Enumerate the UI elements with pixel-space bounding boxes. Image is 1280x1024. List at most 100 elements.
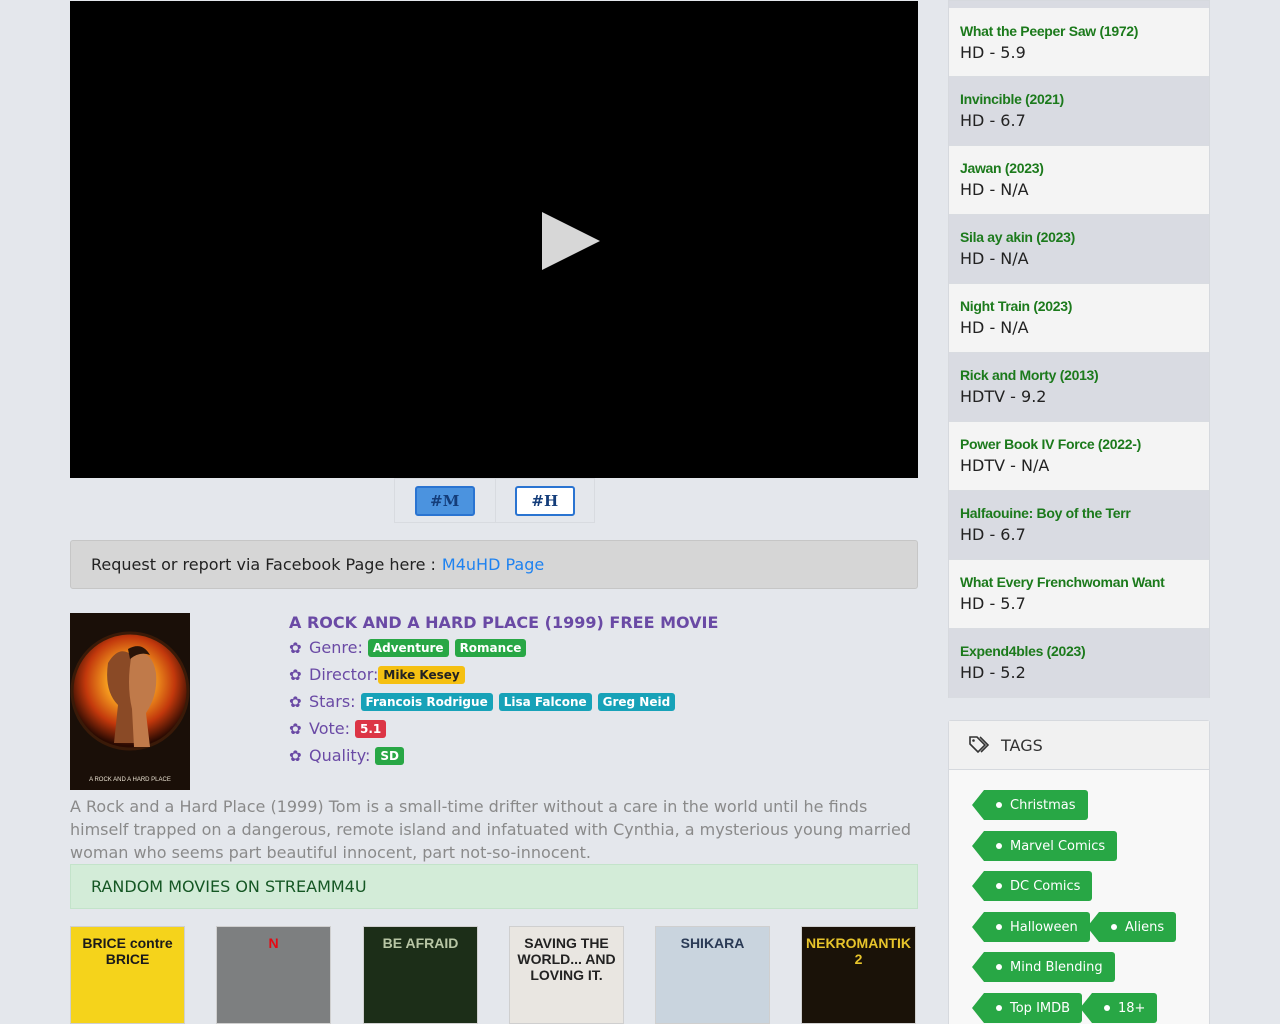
sidebar-movie-meta: HD - 5.2 <box>960 663 1026 682</box>
poster-art: BE AFRAID <box>364 927 477 1023</box>
tag-18-plus[interactable]: 18+ <box>1079 993 1158 1023</box>
poster-art-icon <box>70 613 190 790</box>
sidebar-movie-meta: HD - N/A <box>960 249 1029 268</box>
report-banner: Request or report via Facebook Page here… <box>70 540 918 589</box>
poster-text: N <box>268 935 279 951</box>
tag-christmas[interactable]: Christmas <box>972 790 1088 820</box>
poster-text: BE AFRAID <box>382 935 459 951</box>
poster-caption: A ROCK AND A HARD PLACE <box>89 777 171 783</box>
sidebar-movie-title[interactable]: Rick and Morty (2013) <box>960 365 1198 385</box>
sidebar-movie-list: What the Peeper Saw (1972) HD - 5.9 Invi… <box>948 0 1210 698</box>
genre-badge[interactable]: Romance <box>454 638 527 657</box>
sidebar-movie-title[interactable]: What the Peeper Saw (1972) <box>960 21 1198 41</box>
gear-icon: ✿ <box>289 719 302 738</box>
poster-text: SHIKARA <box>680 935 745 951</box>
facebook-page-link[interactable]: M4uHD Page <box>442 555 544 574</box>
sidebar-movie-title[interactable]: Expend4bles (2023) <box>960 641 1198 661</box>
sidebar-movie-meta: HD - N/A <box>960 318 1029 337</box>
random-movie-poster[interactable]: N <box>216 926 331 1024</box>
poster-text: NEKROMANTIK 2 <box>806 935 911 967</box>
report-text: Request or report via Facebook Page here… <box>91 555 436 574</box>
star-badge[interactable]: Lisa Falcone <box>498 692 592 711</box>
sidebar-movie-title[interactable]: What Every Frenchwoman Want <box>960 572 1198 592</box>
sidebar-movie-title[interactable]: Invincible (2021) <box>960 89 1198 109</box>
director-row: ✿ Director: Mike Kesey <box>289 661 909 688</box>
sidebar-movie-title[interactable]: Power Book IV Force (2022-) <box>960 434 1198 454</box>
tag-top-imdb[interactable]: Top IMDB <box>971 993 1083 1023</box>
vote-row: ✿ Vote: 5.1 <box>289 715 909 742</box>
random-movies-title: RANDOM MOVIES ON STREAMM4U <box>91 877 367 896</box>
poster-art: SAVING THE WORLD... AND LOVING IT. <box>510 927 623 1023</box>
tags-icon <box>969 736 991 754</box>
tag-halloween[interactable]: Halloween <box>972 912 1090 942</box>
tag-marvel-comics[interactable]: Marvel Comics <box>971 831 1118 861</box>
sidebar-movie-meta: HD - 5.9 <box>960 43 1026 62</box>
random-movie-poster[interactable]: SHIKARA <box>655 926 770 1024</box>
sidebar-movie-item[interactable]: Halfaouine: Boy of the Terr HD - 6.7 <box>949 491 1209 560</box>
tags-title: TAGS <box>1001 735 1043 755</box>
gear-icon: ✿ <box>289 746 302 765</box>
random-movie-poster[interactable]: BE AFRAID <box>363 926 478 1024</box>
sidebar-movie-meta: HD - 6.7 <box>960 525 1026 544</box>
sidebar-movie-item[interactable]: Expend4bles (2023) HD - 5.2 <box>949 629 1209 698</box>
sidebar-movie-title[interactable]: Night Train (2023) <box>960 296 1198 316</box>
tag-mind-blending[interactable]: Mind Blending <box>972 952 1115 982</box>
star-badge[interactable]: Greg Neid <box>597 692 676 711</box>
sidebar-movie-item[interactable]: Power Book IV Force (2022-) HDTV - N/A <box>949 422 1209 491</box>
video-player[interactable] <box>70 1 918 478</box>
genre-badge[interactable]: Adventure <box>367 638 449 657</box>
gear-icon: ✿ <box>289 692 302 711</box>
tag-aliens[interactable]: Aliens <box>1086 912 1177 942</box>
gear-icon: ✿ <box>289 665 302 684</box>
sidebar-movie-item[interactable]: What the Peeper Saw (1972) HD - 5.9 <box>949 1 1209 77</box>
sidebar-movie-item[interactable]: Jawan (2023) HD - N/A <box>949 146 1209 215</box>
random-movie-poster[interactable]: NEKROMANTIK 2 <box>801 926 916 1024</box>
director-badge[interactable]: Mike Kesey <box>378 665 465 684</box>
tag-dc-comics[interactable]: DC Comics <box>971 871 1093 901</box>
quality-label: Quality: <box>309 746 371 765</box>
star-badge[interactable]: Francois Rodrigue <box>360 692 493 711</box>
poster-text: BRICE contre BRICE <box>82 935 173 967</box>
gear-icon: ✿ <box>289 638 302 657</box>
poster-art: BRICE contre BRICE <box>71 927 184 1023</box>
server-h-button[interactable]: #H <box>514 485 575 516</box>
sidebar-movie-item[interactable]: Sila ay akin (2023) HD - N/A <box>949 215 1209 284</box>
sidebar-movie-meta: HD - 5.7 <box>960 594 1026 613</box>
sidebar-movie-meta: HD - 6.7 <box>960 111 1026 130</box>
sidebar-movie-title[interactable]: Halfaouine: Boy of the Terr <box>960 503 1198 523</box>
poster-art: NEKROMANTIK 2 <box>802 927 915 1023</box>
play-icon[interactable] <box>542 212 600 270</box>
tags-panel: TAGS Christmas Marvel Comics DC Comics H… <box>948 720 1210 1024</box>
sidebar-movie-title[interactable]: Jawan (2023) <box>960 158 1198 178</box>
sidebar-movie-meta: HDTV - N/A <box>960 456 1050 475</box>
sidebar-movie-item[interactable]: What Every Frenchwoman Want HD - 5.7 <box>949 560 1209 629</box>
random-movie-poster[interactable]: BRICE contre BRICE <box>70 926 185 1024</box>
quality-badge: SD <box>375 746 405 765</box>
random-movie-poster[interactable]: SAVING THE WORLD... AND LOVING IT. <box>509 926 624 1024</box>
sidebar-movie-meta: HDTV - 9.2 <box>960 387 1047 406</box>
vote-label: Vote: <box>309 719 350 738</box>
movie-synopsis: A Rock and a Hard Place (1999) Tom is a … <box>70 797 912 862</box>
poster-art: N <box>217 927 330 1023</box>
sidebar-movie-item[interactable]: Rick and Morty (2013) HDTV - 9.2 <box>949 353 1209 422</box>
vote-badge: 5.1 <box>355 719 387 738</box>
sidebar-movie-item[interactable]: Invincible (2021) HD - 6.7 <box>949 77 1209 146</box>
stars-label: Stars: <box>309 692 356 711</box>
movie-title: A ROCK AND A HARD PLACE (1999) FREE MOVI… <box>289 613 719 632</box>
genre-row: ✿ Genre: Adventure Romance <box>289 634 909 661</box>
movie-info: A ROCK AND A HARD PLACE (1999) FREE MOVI… <box>289 612 909 769</box>
server-m-button[interactable]: #M <box>414 485 475 516</box>
poster-text: SAVING THE WORLD... AND LOVING IT. <box>517 935 616 983</box>
sidebar-movie-meta: HD - N/A <box>960 180 1029 199</box>
director-label: Director: <box>309 665 379 684</box>
sidebar-movie-title[interactable]: Sila ay akin (2023) <box>960 227 1198 247</box>
stars-row: ✿ Stars: Francois Rodrigue Lisa Falcone … <box>289 688 909 715</box>
quality-row: ✿ Quality: SD <box>289 742 909 769</box>
server-cell-m: #M <box>395 479 495 522</box>
sidebar-movie-item[interactable]: Night Train (2023) HD - N/A <box>949 284 1209 353</box>
poster-art: SHIKARA <box>656 927 769 1023</box>
movie-poster: A ROCK AND A HARD PLACE <box>70 613 190 790</box>
random-movies-header: RANDOM MOVIES ON STREAMM4U <box>70 864 918 909</box>
tags-header: TAGS <box>949 721 1209 770</box>
genre-label: Genre: <box>309 638 363 657</box>
